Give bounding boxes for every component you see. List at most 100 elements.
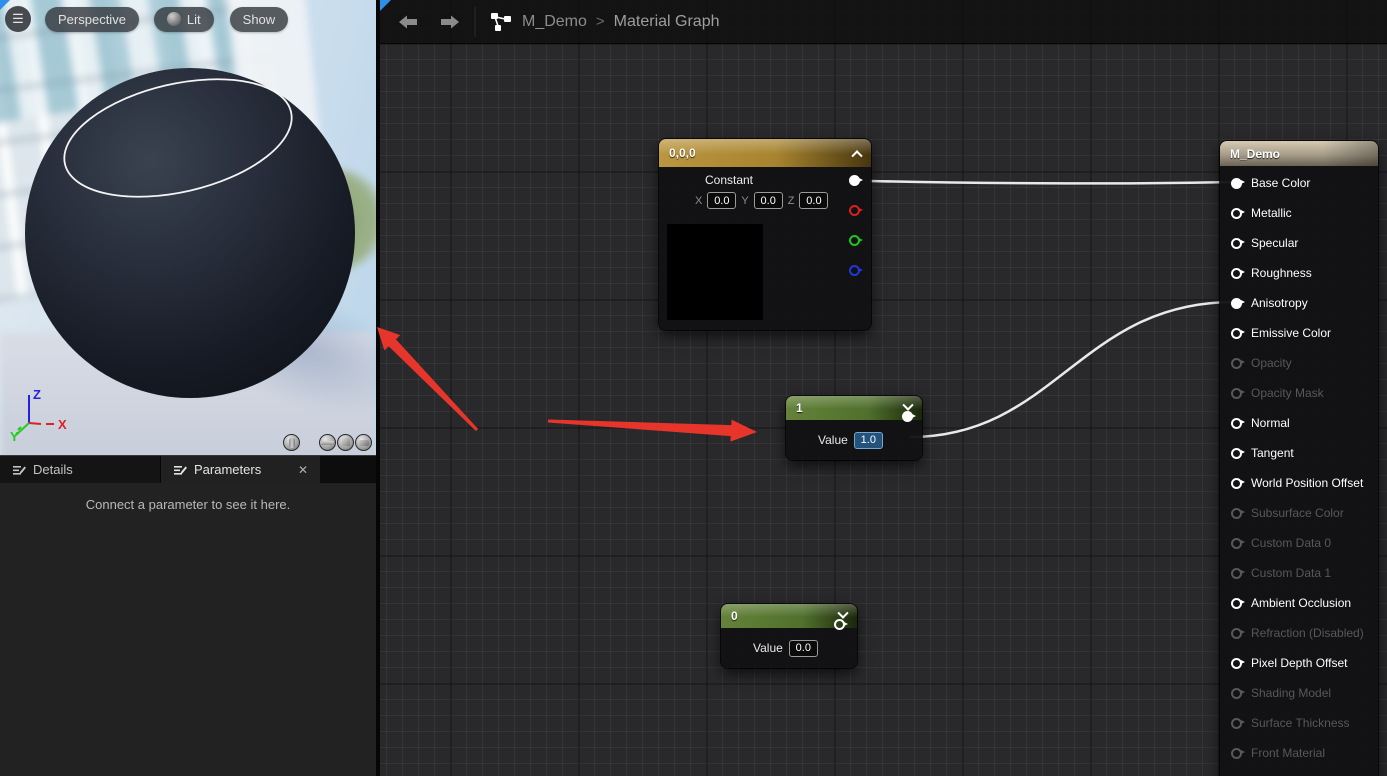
panel-tab-bar: Details Parameters ✕: [0, 455, 376, 483]
material-pin-row[interactable]: Opacity: [1220, 348, 1378, 378]
show-button[interactable]: Show: [230, 7, 289, 32]
tab-details[interactable]: Details: [0, 456, 161, 483]
parameters-panel-body: Connect a parameter to see it here.: [0, 483, 376, 776]
material-pin-row[interactable]: Specular: [1220, 228, 1378, 258]
material-pin-label: World Position Offset: [1251, 476, 1363, 490]
details-tab-label: Details: [33, 462, 73, 477]
material-input-pin[interactable]: [1231, 718, 1242, 729]
material-pin-row[interactable]: Roughness: [1220, 258, 1378, 288]
material-input-pin[interactable]: [1231, 568, 1242, 579]
tab-parameters[interactable]: Parameters ✕: [161, 456, 320, 483]
material-input-pin[interactable]: [1231, 418, 1242, 429]
material-pin-row[interactable]: Subsurface Color: [1220, 498, 1378, 528]
material-input-pin[interactable]: [1231, 748, 1242, 759]
breadcrumb-asset[interactable]: M_Demo: [522, 13, 587, 31]
material-pin-row[interactable]: Front Material: [1220, 738, 1378, 768]
xyz-fields: X 0.0 Y 0.0 Z 0.0: [695, 192, 828, 209]
material-pin-label: Front Material: [1251, 746, 1325, 760]
material-input-pin[interactable]: [1231, 688, 1242, 699]
material-input-pin[interactable]: [1231, 298, 1242, 309]
chevron-down-icon[interactable]: [837, 608, 848, 619]
material-pin-row[interactable]: Custom Data 0: [1220, 528, 1378, 558]
material-pin-list: Base Color Metallic Specular Rou: [1220, 166, 1378, 768]
viewport-menu-button[interactable]: ☰: [5, 6, 31, 32]
material-pin-row[interactable]: Custom Data 1: [1220, 558, 1378, 588]
field-value-input[interactable]: 0.0: [799, 192, 828, 209]
output-pin-rgb[interactable]: [849, 175, 860, 186]
show-label: Show: [243, 12, 276, 27]
output-pin[interactable]: [902, 411, 913, 422]
material-pin-row[interactable]: Anisotropy: [1220, 288, 1378, 318]
material-input-pin[interactable]: [1231, 508, 1242, 519]
chevron-down-icon[interactable]: [902, 400, 913, 411]
material-editor-window: ☰ Perspective Lit Show Z X Y: [0, 0, 1387, 776]
back-button[interactable]: [398, 14, 418, 30]
output-pin[interactable]: [834, 619, 845, 630]
material-input-pin[interactable]: [1231, 388, 1242, 399]
output-pin-r[interactable]: [849, 205, 860, 216]
field-value-input[interactable]: 0.0: [754, 192, 783, 209]
preview-viewport[interactable]: ☰ Perspective Lit Show Z X Y: [0, 0, 376, 455]
material-pin-label: Normal: [1251, 416, 1290, 430]
material-pin-row[interactable]: Refraction (Disabled): [1220, 618, 1378, 648]
node-constant-one[interactable]: 1 Value 1.0: [786, 396, 922, 460]
material-input-pin[interactable]: [1231, 478, 1242, 489]
perspective-button[interactable]: Perspective: [45, 7, 139, 32]
material-input-pin[interactable]: [1231, 538, 1242, 549]
material-input-pin[interactable]: [1231, 598, 1242, 609]
material-input-pin[interactable]: [1231, 358, 1242, 369]
field-value-input[interactable]: 0.0: [707, 192, 736, 209]
node-constant3vector[interactable]: 0,0,0 Constant X 0.0 Y 0.0 Z 0.0: [659, 139, 871, 330]
material-pin-label: Shading Model: [1251, 686, 1331, 700]
output-pin-b[interactable]: [849, 265, 860, 276]
axis-z-label: Z: [33, 387, 41, 402]
value-label: Value: [753, 641, 783, 655]
material-pin-label: Opacity: [1251, 356, 1292, 370]
node-header[interactable]: M_Demo: [1220, 141, 1378, 166]
node-title: 0: [731, 609, 738, 623]
material-pin-row[interactable]: Metallic: [1220, 198, 1378, 228]
lit-mode-button[interactable]: Lit: [154, 7, 214, 32]
material-input-pin[interactable]: [1231, 238, 1242, 249]
node-title: 1: [796, 401, 803, 415]
material-pin-row[interactable]: Ambient Occlusion: [1220, 588, 1378, 618]
preview-shape-button[interactable]: [355, 434, 372, 451]
value-input[interactable]: 1.0: [854, 432, 883, 449]
preview-shape-button[interactable]: [283, 434, 300, 451]
node-material-result[interactable]: M_Demo Base Color Metallic: [1220, 141, 1378, 776]
material-pin-label: Tangent: [1251, 446, 1294, 460]
chevron-up-icon[interactable]: [851, 150, 862, 161]
material-input-pin[interactable]: [1231, 208, 1242, 219]
preview-shape-button[interactable]: [319, 434, 336, 451]
material-graph-canvas[interactable]: 0,0,0 Constant X 0.0 Y 0.0 Z 0.0: [380, 0, 1387, 776]
close-tab-icon[interactable]: ✕: [272, 463, 308, 477]
material-pin-row[interactable]: Shading Model: [1220, 678, 1378, 708]
material-pin-row[interactable]: Normal: [1220, 408, 1378, 438]
material-input-pin[interactable]: [1231, 178, 1242, 189]
forward-button[interactable]: [440, 14, 460, 30]
material-pin-row[interactable]: Base Color: [1220, 168, 1378, 198]
material-input-pin[interactable]: [1231, 628, 1242, 639]
material-pin-row[interactable]: Surface Thickness: [1220, 708, 1378, 738]
material-pin-row[interactable]: Opacity Mask: [1220, 378, 1378, 408]
material-input-pin[interactable]: [1231, 328, 1242, 339]
node-constant-zero[interactable]: 0 Value 0.0: [721, 604, 857, 668]
value-input[interactable]: 0.0: [789, 640, 818, 657]
preview-shape-button[interactable]: [337, 434, 354, 451]
material-pin-row[interactable]: World Position Offset: [1220, 468, 1378, 498]
material-pin-label: Metallic: [1251, 206, 1292, 220]
node-header[interactable]: 0,0,0: [659, 139, 871, 167]
material-input-pin[interactable]: [1231, 268, 1242, 279]
details-parameters-panel: Details Parameters ✕ Connect a parameter…: [0, 455, 376, 776]
material-pin-row[interactable]: Tangent: [1220, 438, 1378, 468]
output-pin-g[interactable]: [849, 235, 860, 246]
material-input-pin[interactable]: [1231, 658, 1242, 669]
graph-icon: [490, 12, 512, 32]
material-pin-row[interactable]: Emissive Color: [1220, 318, 1378, 348]
field-label: X: [695, 195, 702, 207]
axis-gizmo: Z X Y: [10, 385, 82, 445]
material-input-pin[interactable]: [1231, 448, 1242, 459]
material-pin-row[interactable]: Pixel Depth Offset: [1220, 648, 1378, 678]
field-label: Z: [788, 195, 795, 207]
parameters-empty-message: Connect a parameter to see it here.: [0, 497, 376, 512]
